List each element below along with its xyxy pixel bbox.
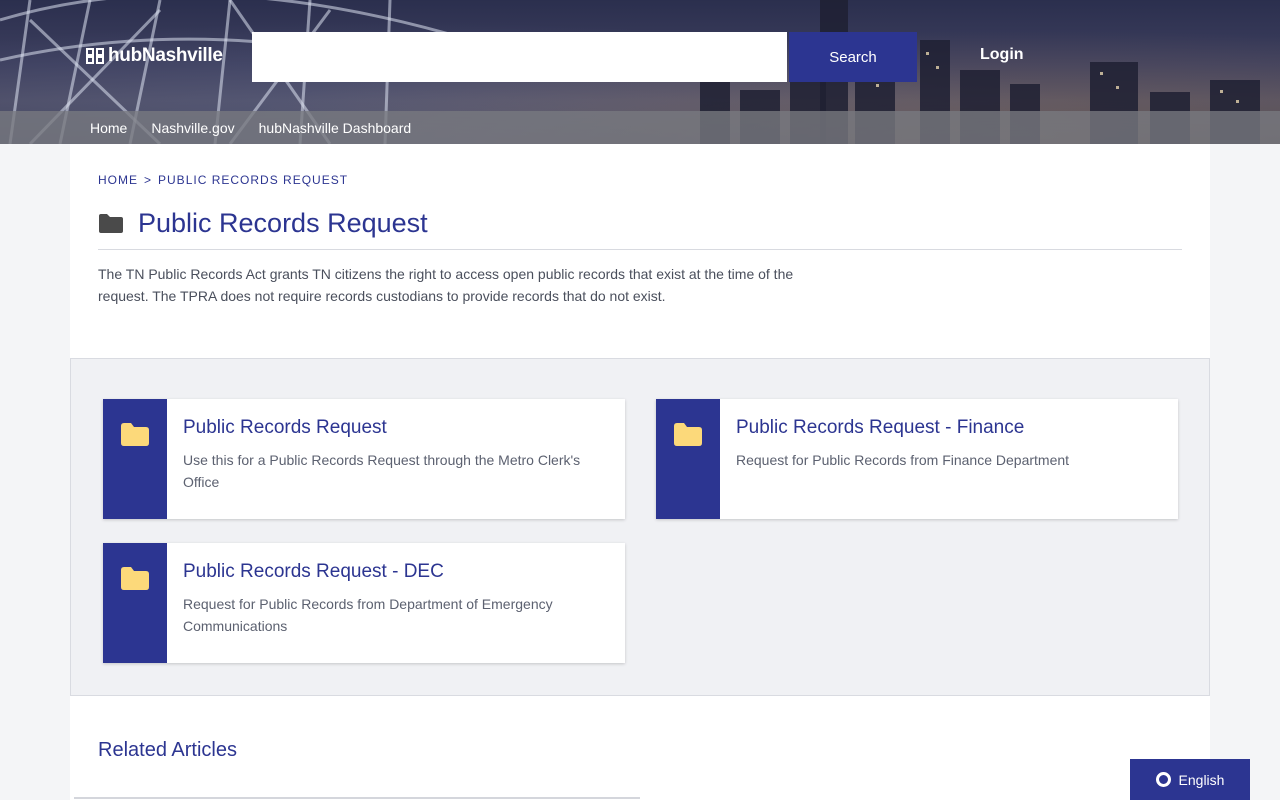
- card-title: Public Records Request - DEC: [183, 561, 444, 582]
- breadcrumb: HOME > PUBLIC RECORDS REQUEST: [98, 173, 348, 187]
- search-button[interactable]: Search: [789, 32, 917, 82]
- globe-ring-icon: [1155, 772, 1171, 787]
- card-icon-strip: [103, 399, 167, 519]
- site-logo[interactable]: hubNashville: [86, 44, 223, 68]
- card-description: Request for Public Records from Departme…: [183, 596, 553, 634]
- card-description: Use this for a Public Records Request th…: [183, 452, 581, 490]
- nav-item-nashville-gov[interactable]: Nashville.gov: [151, 120, 234, 136]
- nav-item-home[interactable]: Home: [90, 120, 127, 136]
- card-icon-strip: [656, 399, 720, 519]
- category-card-finance[interactable]: Public Records Request - Finance Request…: [656, 399, 1178, 519]
- category-card-dec[interactable]: Public Records Request - DEC Request for…: [103, 543, 625, 663]
- language-selector-button[interactable]: English: [1130, 759, 1250, 800]
- logo-text: hubNashville: [108, 45, 223, 66]
- card-icon-strip: [103, 543, 167, 663]
- logo-mark-icon: [86, 48, 104, 64]
- title-divider: [98, 249, 1182, 250]
- breadcrumb-home[interactable]: HOME: [98, 173, 138, 187]
- page-title: Public Records Request: [138, 207, 428, 238]
- card-title: Public Records Request: [183, 417, 387, 438]
- card-title: Public Records Request - Finance: [736, 417, 1025, 438]
- breadcrumb-separator: >: [144, 173, 153, 187]
- top-nav: Home Nashville.gov hubNashville Dashboar…: [0, 111, 1280, 144]
- folder-icon: [121, 423, 149, 446]
- related-divider: [74, 797, 640, 799]
- folder-icon: [99, 214, 123, 233]
- login-link[interactable]: Login: [980, 46, 1024, 64]
- page-description: The TN Public Records Act grants TN citi…: [98, 266, 794, 304]
- page-title-row: Public Records Request: [98, 205, 428, 241]
- nav-item-dashboard[interactable]: hubNashville Dashboard: [259, 120, 412, 136]
- folder-icon: [121, 567, 149, 590]
- search-input[interactable]: [252, 32, 787, 82]
- category-card-public-records[interactable]: Public Records Request Use this for a Pu…: [103, 399, 625, 519]
- breadcrumb-current: PUBLIC RECORDS REQUEST: [158, 173, 349, 187]
- folder-icon: [674, 423, 702, 446]
- category-cards: Public Records Request Use this for a Pu…: [70, 358, 1210, 696]
- language-label: English: [1178, 771, 1225, 788]
- card-description: Request for Public Records from Finance …: [736, 452, 1070, 468]
- header-banner: hubNashville Search Login Home Nashville…: [0, 0, 1280, 144]
- related-articles-heading: Related Articles: [98, 739, 237, 761]
